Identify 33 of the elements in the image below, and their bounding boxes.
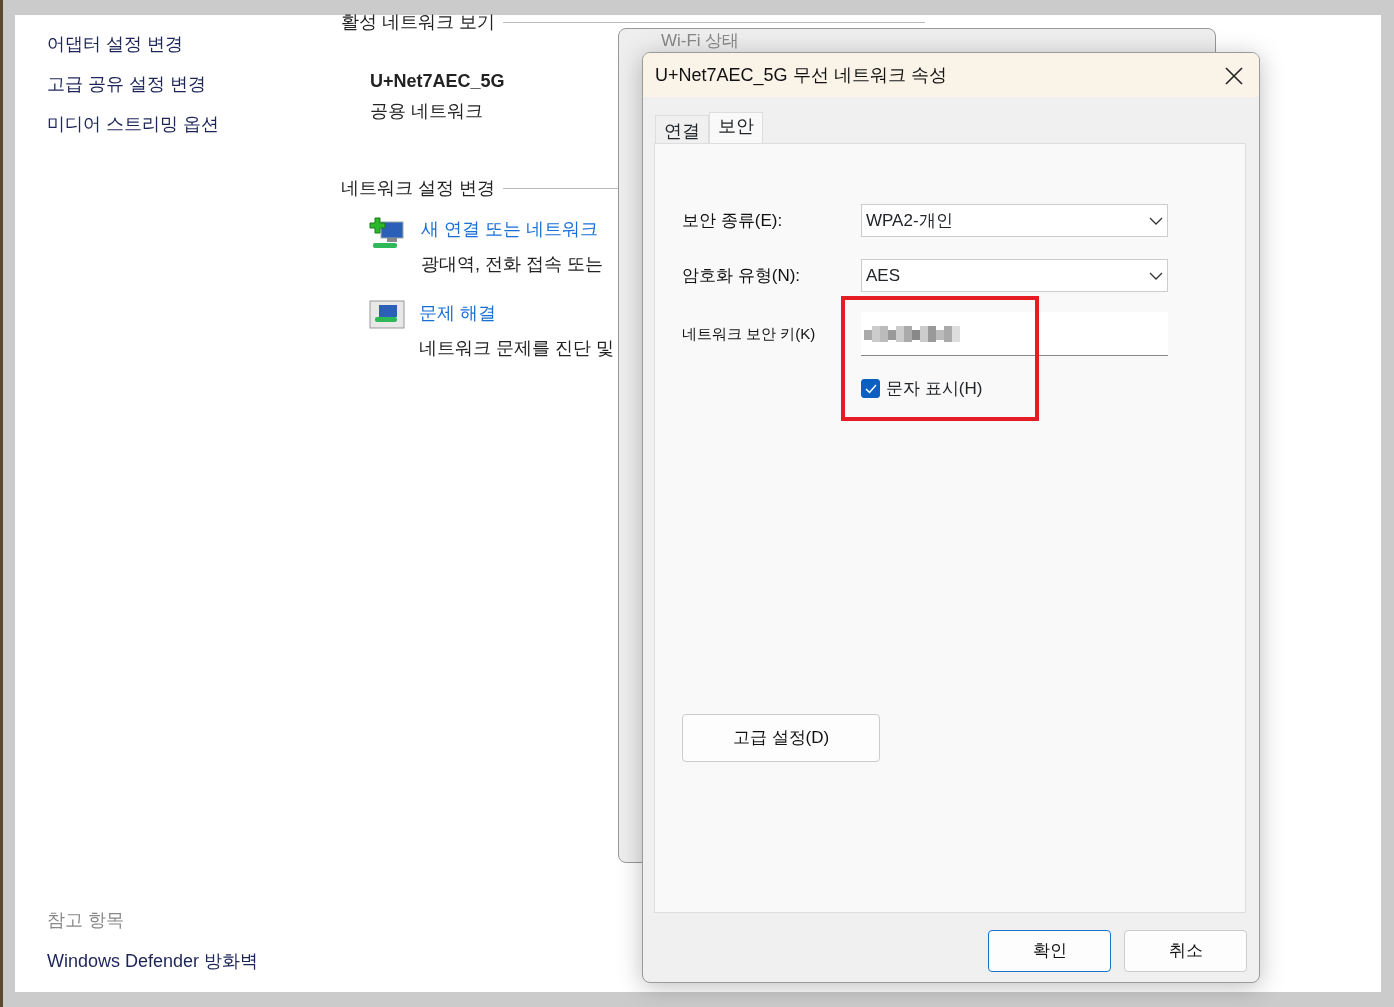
network-name: U+Net7AEC_5G xyxy=(370,70,505,93)
close-icon xyxy=(1225,66,1243,85)
field-label: 암호화 유형(N): xyxy=(682,264,802,287)
window-title: U+Net7AEC_5G 무선 네트워크 속성 xyxy=(655,63,947,88)
chevron-down-icon xyxy=(1149,271,1163,280)
cancel-button[interactable]: 취소 xyxy=(1124,930,1247,972)
checkmark-icon xyxy=(864,383,877,394)
sidebar-link[interactable]: 고급 공유 설정 변경 xyxy=(47,71,325,98)
task-link[interactable]: 새 연결 또는 네트워크 xyxy=(421,216,603,243)
section-heading: 참고 항목 xyxy=(47,909,125,932)
sidebar-link[interactable]: 미디어 스트리밍 옵션 xyxy=(47,111,325,138)
checkbox-label: 문자 표시(H) xyxy=(886,378,983,400)
dropdown[interactable]: WPA2-개인 xyxy=(861,204,1168,237)
password-field[interactable] xyxy=(861,312,1168,356)
field-label: 보안 종류(E): xyxy=(682,209,784,232)
dropdown[interactable]: AES xyxy=(861,259,1168,292)
advanced-settings-button[interactable]: 고급 설정(D) xyxy=(682,713,880,762)
window-title: Wi-Fi 상태 xyxy=(661,31,740,52)
sidebar-link[interactable]: Windows Defender 방화벽 xyxy=(47,948,325,975)
task-link[interactable]: 문제 해결 xyxy=(419,300,614,327)
tab[interactable]: 보안 xyxy=(709,112,763,143)
section-heading: 활성 네트워크 보기 xyxy=(341,11,495,34)
checkbox[interactable] xyxy=(861,379,880,399)
network-computer-icon xyxy=(369,300,405,330)
chevron-down-icon xyxy=(1149,216,1163,225)
field-label: 네트워크 보안 키(K) xyxy=(682,323,817,344)
ok-button[interactable]: 확인 xyxy=(988,930,1111,972)
section-heading: 네트워크 설정 변경 xyxy=(341,177,495,200)
tab[interactable]: 연결 xyxy=(655,115,709,143)
network-category: 공용 네트워크 xyxy=(370,100,484,123)
task-description: 네트워크 문제를 진단 및 xyxy=(419,337,614,360)
sidebar-link[interactable]: 어댑터 설정 변경 xyxy=(47,31,325,58)
task-description: 광대역, 전화 접속 또는 xyxy=(421,253,603,276)
